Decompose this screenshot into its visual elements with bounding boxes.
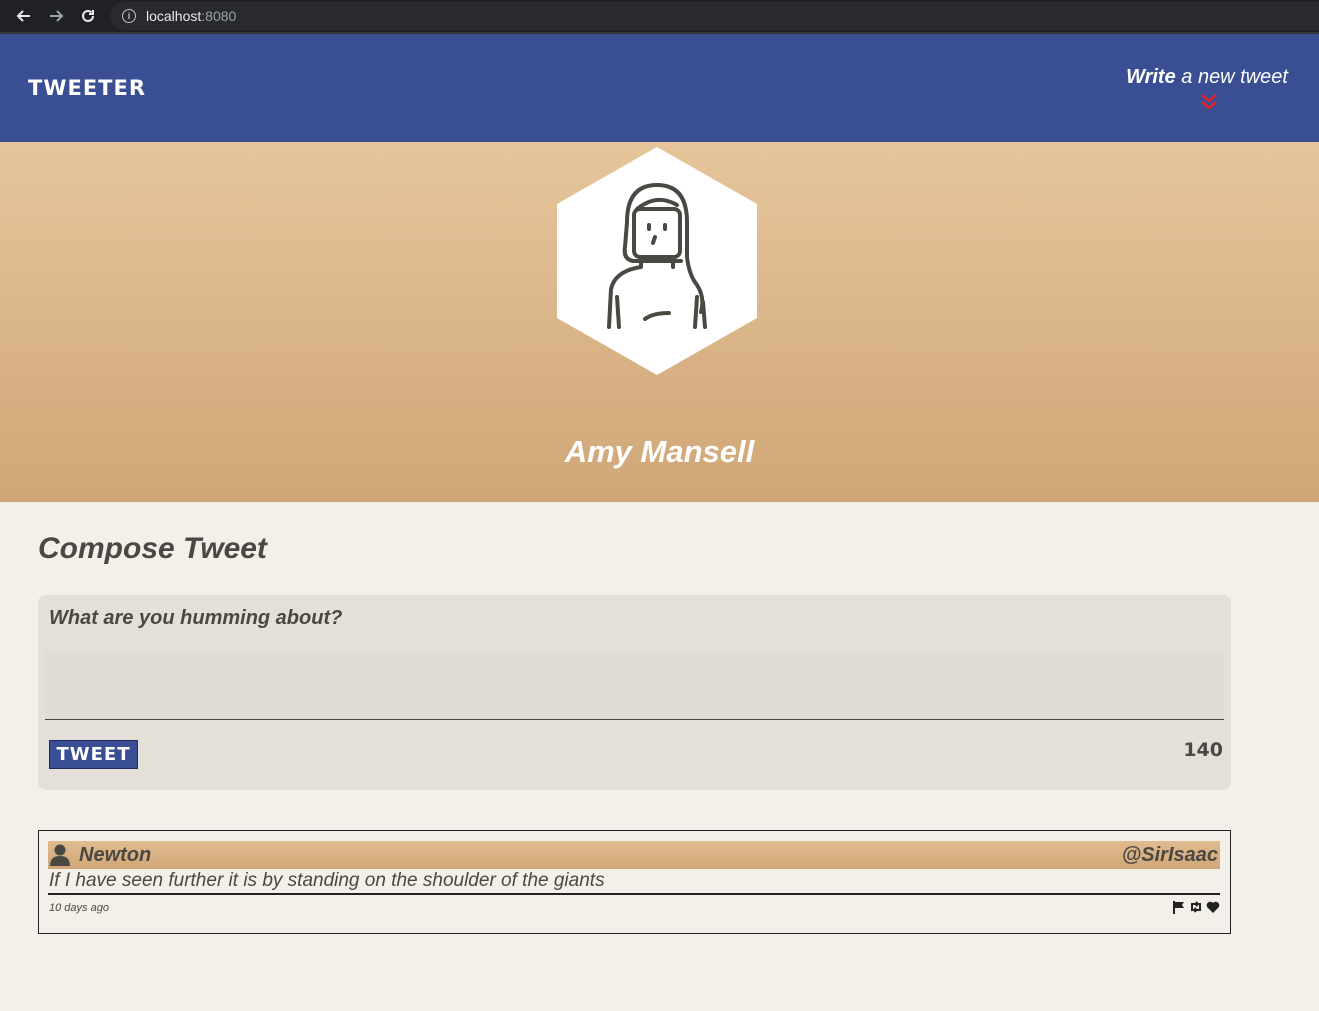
flag-button[interactable] <box>1172 900 1186 914</box>
write-link-bold: Write <box>1126 66 1176 88</box>
tweet-content: If I have seen further it is by standing… <box>49 870 605 891</box>
forward-button[interactable] <box>40 2 72 30</box>
profile-name: Amy Mansell <box>564 434 755 469</box>
address-bar[interactable]: i localhost:8080 <box>110 2 1319 30</box>
tweet-textarea[interactable] <box>45 650 1224 720</box>
char-counter: 140 <box>1183 739 1223 761</box>
compose-title: Compose Tweet <box>38 532 267 565</box>
top-nav: TWEETER Write a new tweet <box>0 34 1319 142</box>
url-port: :8080 <box>201 8 237 24</box>
tweet-timestamp: 10 days ago <box>49 902 109 914</box>
back-button[interactable] <box>8 2 40 30</box>
flag-icon <box>1173 901 1184 914</box>
profile-avatar <box>557 147 757 375</box>
arrow-right-icon <box>50 10 64 22</box>
reload-button[interactable] <box>72 2 104 30</box>
tweet-author-handle: @SirIsaac <box>1121 843 1218 866</box>
browser-toolbar: i localhost:8080 <box>0 0 1319 34</box>
brand-logo[interactable]: TWEETER <box>28 76 146 100</box>
heart-icon <box>1206 901 1220 913</box>
tweet-author-name: Newton <box>79 843 152 866</box>
retweet-icon <box>1191 901 1201 913</box>
tweet-actions <box>1172 900 1220 914</box>
compose-form: What are you humming about? TWEET 140 <box>38 595 1231 790</box>
double-chevron-down-icon[interactable] <box>1200 92 1218 112</box>
write-link-rest: a new tweet <box>1175 66 1288 88</box>
like-button[interactable] <box>1206 900 1220 914</box>
reload-icon <box>82 9 94 22</box>
tweet-article: Newton @SirIsaac If I have seen further … <box>38 830 1231 934</box>
write-new-tweet-link[interactable]: Write a new tweet <box>1126 66 1288 89</box>
info-icon[interactable]: i <box>122 9 136 23</box>
tweet-button[interactable]: TWEET <box>49 740 138 769</box>
arrow-left-icon <box>16 10 30 22</box>
retweet-button[interactable] <box>1189 900 1203 914</box>
compose-label: What are you humming about? <box>49 607 343 629</box>
user-icon <box>50 844 70 866</box>
tweet-divider <box>48 893 1220 895</box>
tweet-header: Newton @SirIsaac <box>48 841 1220 869</box>
url-host: localhost <box>146 8 202 24</box>
profile-header: Amy Mansell <box>0 142 1319 502</box>
